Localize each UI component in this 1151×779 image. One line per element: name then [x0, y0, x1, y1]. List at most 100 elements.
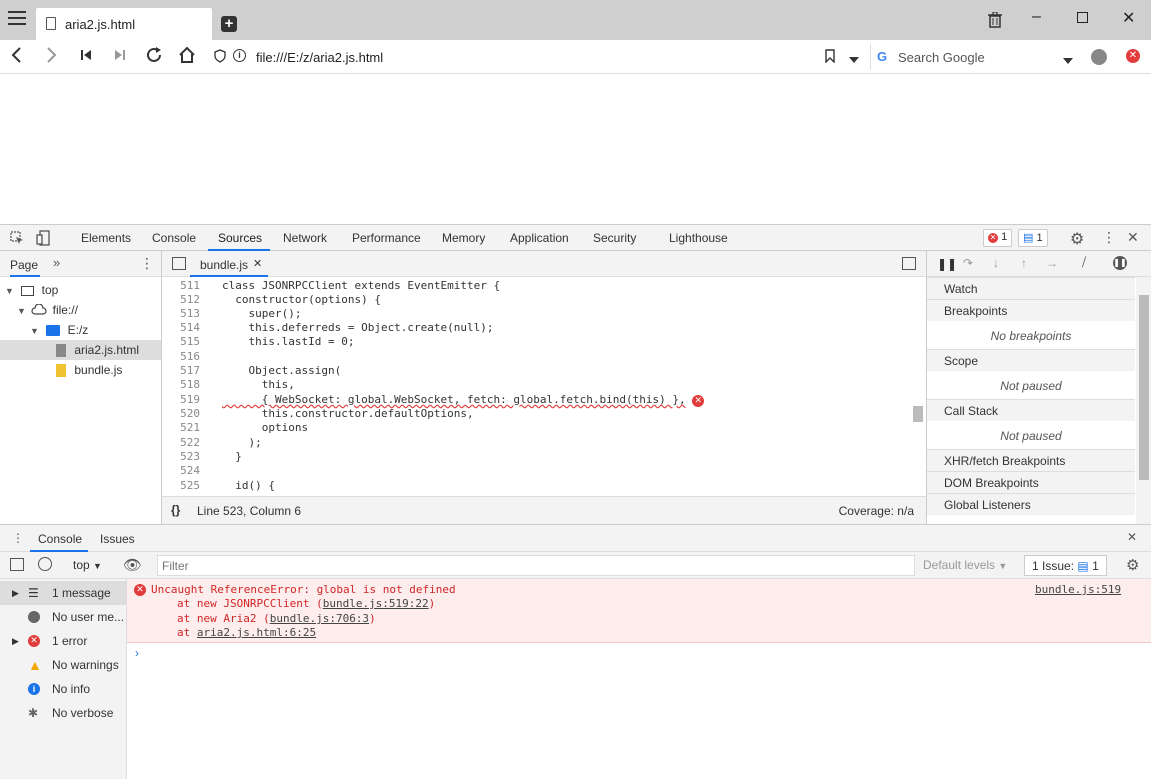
context-selector[interactable]: top ▼ — [73, 558, 102, 572]
section-call-stack[interactable]: Call Stack — [927, 399, 1135, 421]
tree-item-aria2-html[interactable]: aria2.js.html — [0, 340, 161, 360]
pause-icon[interactable]: ❚❚ — [937, 257, 957, 271]
skip-forward-icon[interactable] — [114, 46, 126, 68]
step-over-icon[interactable]: ↷ — [963, 256, 973, 270]
tab-sources[interactable]: Sources — [218, 231, 262, 245]
live-expression-eye-icon[interactable]: 👁 — [123, 556, 142, 574]
step-into-icon[interactable]: ↓ — [993, 256, 999, 270]
file-tab-bundle-js[interactable]: bundle.js — [200, 258, 248, 272]
toggle-sidebar-icon[interactable] — [10, 558, 24, 571]
code-line: 517 Object.assign( — [162, 364, 341, 378]
section-scope[interactable]: Scope — [927, 349, 1135, 371]
sidebar-item-user-messages[interactable]: No user me... — [0, 605, 127, 629]
stop-extension-icon[interactable]: ✕ — [1126, 49, 1140, 63]
code-area[interactable]: 511 class JSONRPCClient extends EventEmit… — [162, 278, 926, 496]
menu-icon[interactable] — [8, 11, 26, 27]
console-prompt-icon[interactable]: › — [135, 646, 139, 660]
console-settings-gear-icon[interactable]: ⚙ — [1126, 556, 1139, 574]
section-watch[interactable]: Watch — [927, 277, 1135, 299]
inspect-element-icon[interactable] — [10, 231, 24, 248]
navigator-menu-icon[interactable]: ⋮ — [140, 255, 154, 272]
tree-item-top[interactable]: ▼ top — [5, 280, 58, 300]
section-xhr-breakpoints[interactable]: XHR/fetch Breakpoints — [927, 449, 1135, 471]
tab-elements[interactable]: Elements — [81, 231, 131, 245]
editor-scrollbar[interactable] — [910, 278, 926, 496]
step-icon[interactable]: → — [1046, 256, 1058, 270]
tab-memory[interactable]: Memory — [442, 231, 485, 245]
section-title: DOM Breakpoints — [944, 476, 1039, 490]
close-devtools-icon[interactable]: ✕ — [1127, 229, 1139, 246]
error-source-link[interactable]: bundle.js:519 — [1035, 583, 1121, 597]
sidebar-item-messages[interactable]: ▶ ☰ 1 message — [0, 581, 127, 605]
message-count-badge[interactable]: ▤ 1 — [1018, 229, 1048, 247]
drawer-menu-icon[interactable]: ⋮ — [12, 531, 24, 545]
section-breakpoints[interactable]: Breakpoints — [927, 299, 1135, 321]
message-icon: ▤ — [1023, 232, 1034, 244]
console-error-message[interactable]: ✕ Uncaught ReferenceError: global is not… — [127, 579, 1151, 643]
section-dom-breakpoints[interactable]: DOM Breakpoints — [927, 471, 1135, 493]
browser-tab[interactable]: aria2.js.html — [36, 8, 212, 40]
forward-icon[interactable] — [46, 46, 58, 68]
tree-item-bundle-js[interactable]: bundle.js — [56, 360, 122, 380]
console-filter-input[interactable] — [157, 555, 915, 576]
toggle-debugger-icon[interactable] — [902, 257, 916, 270]
scrollbar-thumb[interactable] — [1139, 295, 1149, 480]
deactivate-breakpoints-icon[interactable]: ⧸ — [1082, 255, 1086, 270]
sources-navigator: Page » ⋮ ▼ top ▼ file:// ▼ E:/z aria2.js… — [0, 251, 162, 524]
more-options-icon[interactable]: ⋮ — [1102, 229, 1116, 246]
error-marker-icon[interactable]: ✕ — [692, 395, 705, 407]
maximize-icon[interactable] — [1077, 12, 1088, 23]
tab-performance[interactable]: Performance — [352, 231, 421, 245]
settings-gear-icon[interactable]: ⚙ — [1070, 229, 1084, 249]
info-icon[interactable]: i — [233, 49, 246, 62]
stack-link[interactable]: bundle.js:519:22 — [323, 597, 429, 610]
chevron-down-icon[interactable] — [849, 52, 859, 66]
tab-network[interactable]: Network — [283, 231, 327, 245]
stack-link[interactable]: aria2.js.html:6:25 — [197, 626, 316, 639]
skip-back-icon[interactable] — [80, 46, 92, 68]
drawer-tab-console[interactable]: Console — [38, 532, 82, 546]
shield-icon[interactable] — [214, 49, 226, 66]
scrollbar-thumb[interactable] — [913, 406, 923, 422]
sidebar-item-verbose[interactable]: ✱ No verbose — [0, 701, 127, 725]
tab-lighthouse[interactable]: Lighthouse — [669, 231, 728, 245]
close-window-icon[interactable]: ✕ — [1122, 8, 1135, 28]
issues-counter-button[interactable]: 1 Issue: ▤ 1 — [1024, 555, 1107, 576]
home-icon[interactable] — [178, 46, 196, 68]
back-icon[interactable] — [10, 46, 22, 68]
extension-icon[interactable] — [1091, 49, 1107, 65]
section-global-listeners[interactable]: Global Listeners — [927, 493, 1135, 515]
reload-icon[interactable] — [145, 46, 163, 68]
minimize-icon[interactable]: – — [1032, 8, 1041, 26]
browser-tab-bar: aria2.js.html + – ✕ — [0, 0, 1151, 40]
clear-console-icon[interactable] — [38, 557, 52, 571]
new-tab-button[interactable]: + — [221, 16, 237, 32]
toggle-navigator-icon[interactable] — [172, 257, 186, 270]
pretty-print-icon[interactable]: {} — [171, 503, 180, 517]
trash-icon[interactable] — [988, 11, 1002, 33]
tab-page[interactable]: Page — [10, 258, 38, 272]
log-levels-dropdown[interactable]: Default levels ▼ — [923, 558, 1007, 572]
stack-link[interactable]: bundle.js:706:3 — [270, 612, 369, 625]
close-drawer-icon[interactable]: ✕ — [1127, 530, 1137, 544]
bookmark-icon[interactable] — [825, 49, 835, 66]
sidebar-item-errors[interactable]: ▶ ✕ 1 error — [0, 629, 127, 653]
pause-on-exceptions-icon[interactable]: ❚❚ — [1113, 256, 1127, 270]
tree-item-file[interactable]: ▼ file:// — [17, 300, 78, 320]
debugger-scrollbar[interactable] — [1136, 277, 1151, 524]
sidebar-item-warnings[interactable]: ▲ No warnings — [0, 653, 127, 677]
device-toolbar-icon[interactable] — [36, 230, 50, 249]
tab-console[interactable]: Console — [152, 231, 196, 245]
more-tabs-icon[interactable]: » — [53, 255, 60, 270]
tab-security[interactable]: Security — [593, 231, 636, 245]
drawer-tab-issues[interactable]: Issues — [100, 532, 135, 546]
search-engine-dropdown-icon[interactable] — [1063, 53, 1073, 67]
url-field[interactable]: i file:///E:/z/aria2.js.html — [206, 44, 866, 70]
close-file-tab-icon[interactable]: ✕ — [253, 257, 262, 270]
sidebar-item-info[interactable]: i No info — [0, 677, 127, 701]
error-count-badge[interactable]: ✕ 1 — [983, 229, 1013, 247]
tree-item-folder[interactable]: ▼ E:/z — [30, 320, 88, 340]
step-out-icon[interactable]: ↑ — [1021, 256, 1027, 270]
tab-application[interactable]: Application — [510, 231, 569, 245]
search-field[interactable]: G Search Google — [870, 44, 1080, 70]
